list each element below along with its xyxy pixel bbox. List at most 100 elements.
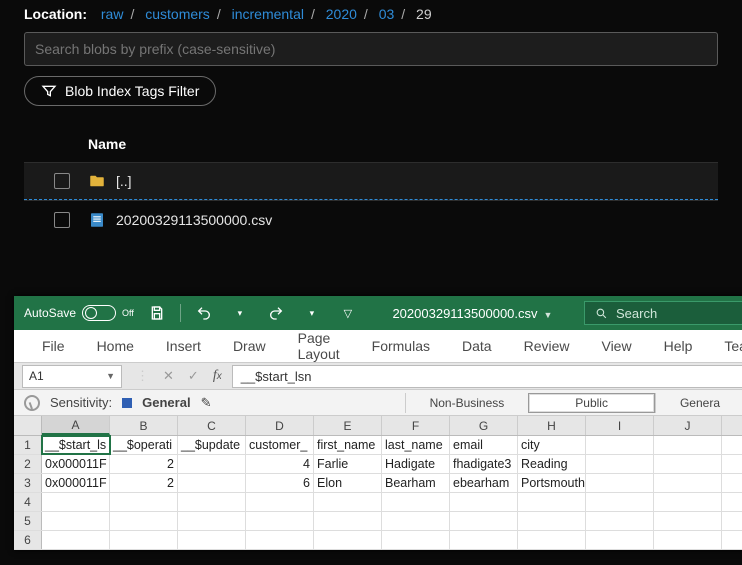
cell[interactable] (586, 531, 654, 549)
tab-file[interactable]: File (26, 338, 81, 354)
row-header[interactable]: 4 (14, 493, 42, 511)
cell[interactable]: first_name (314, 436, 382, 454)
col-header[interactable]: C (178, 416, 246, 435)
edit-sensitivity-icon[interactable]: ✎ (201, 395, 212, 411)
row-header[interactable]: 1 (14, 436, 42, 454)
col-header[interactable]: D (246, 416, 314, 435)
cell[interactable] (178, 474, 246, 492)
list-item[interactable]: 20200329113500000.csv (24, 200, 718, 238)
cell[interactable]: 4 (246, 455, 314, 473)
tab-home[interactable]: Home (81, 338, 150, 354)
autosave-switch[interactable] (82, 305, 116, 321)
col-header[interactable]: B (110, 416, 178, 435)
save-icon[interactable] (144, 300, 170, 326)
cell[interactable] (654, 436, 722, 454)
cell[interactable]: email (450, 436, 518, 454)
accept-formula-icon[interactable]: ✓ (188, 368, 199, 384)
search-input[interactable] (24, 32, 718, 66)
cell[interactable] (42, 493, 110, 511)
col-header[interactable]: E (314, 416, 382, 435)
col-header[interactable]: H (518, 416, 586, 435)
cell[interactable] (450, 531, 518, 549)
cell[interactable] (586, 436, 654, 454)
tab-data[interactable]: Data (446, 338, 508, 354)
cell[interactable] (178, 493, 246, 511)
cell[interactable] (314, 531, 382, 549)
excel-search[interactable]: Search (584, 301, 742, 325)
cell[interactable]: 0x000011F (42, 455, 110, 473)
cell[interactable] (110, 512, 178, 530)
blob-index-tags-filter-button[interactable]: Blob Index Tags Filter (24, 76, 216, 106)
crumb-2020[interactable]: 2020 (326, 6, 357, 22)
cell[interactable]: 2 (110, 455, 178, 473)
crumb-03[interactable]: 03 (379, 6, 395, 22)
list-item[interactable]: [..] (24, 162, 718, 200)
cell[interactable] (42, 531, 110, 549)
cell[interactable]: Bearham (382, 474, 450, 492)
cancel-formula-icon[interactable]: ✕ (163, 368, 174, 384)
cell[interactable] (586, 493, 654, 511)
sensitivity-option-public[interactable]: Public (528, 393, 655, 413)
undo-dropdown-icon[interactable]: ▾ (227, 300, 253, 326)
cell[interactable]: Portsmouth (518, 474, 586, 492)
row-header[interactable]: 5 (14, 512, 42, 530)
cell[interactable] (110, 493, 178, 511)
cell[interactable] (382, 531, 450, 549)
cell[interactable]: __$update (178, 436, 246, 454)
cell[interactable]: Reading (518, 455, 586, 473)
cell[interactable] (586, 455, 654, 473)
tab-draw[interactable]: Draw (217, 338, 282, 354)
cell[interactable] (654, 493, 722, 511)
fx-icon[interactable]: fx (213, 368, 222, 384)
crumb-incremental[interactable]: incremental (232, 6, 304, 22)
cell[interactable]: Hadigate (382, 455, 450, 473)
chevron-down-icon[interactable]: ▼ (106, 371, 115, 381)
cell[interactable] (314, 493, 382, 511)
cell[interactable] (246, 531, 314, 549)
tab-help[interactable]: Help (648, 338, 709, 354)
cell[interactable] (246, 512, 314, 530)
tab-insert[interactable]: Insert (150, 338, 217, 354)
cell[interactable] (450, 512, 518, 530)
tab-team[interactable]: Team (708, 338, 742, 354)
row-header[interactable]: 6 (14, 531, 42, 549)
select-all-corner[interactable] (14, 416, 42, 435)
cell[interactable] (382, 512, 450, 530)
cell[interactable] (586, 474, 654, 492)
row-header[interactable]: 2 (14, 455, 42, 473)
cell[interactable]: 2 (110, 474, 178, 492)
cell[interactable] (110, 531, 178, 549)
cell[interactable] (518, 512, 586, 530)
cell[interactable] (314, 512, 382, 530)
cell[interactable]: __$start_ls (42, 436, 110, 454)
cell[interactable] (518, 531, 586, 549)
redo-dropdown-icon[interactable]: ▾ (299, 300, 325, 326)
row-checkbox[interactable] (54, 212, 70, 228)
cell[interactable]: __$operati (110, 436, 178, 454)
cell[interactable]: Farlie (314, 455, 382, 473)
cell[interactable] (518, 493, 586, 511)
cell[interactable]: 6 (246, 474, 314, 492)
cell[interactable]: Elon (314, 474, 382, 492)
cell[interactable] (178, 512, 246, 530)
cell[interactable] (586, 512, 654, 530)
cell[interactable]: last_name (382, 436, 450, 454)
autosave-toggle[interactable]: AutoSave Off (24, 305, 134, 321)
crumb-raw[interactable]: raw (101, 6, 124, 22)
cell[interactable] (654, 531, 722, 549)
col-header[interactable]: I (586, 416, 654, 435)
formula-bar[interactable]: __$start_lsn (232, 365, 742, 388)
cell[interactable] (654, 474, 722, 492)
cell[interactable] (654, 512, 722, 530)
cell[interactable]: customer_ (246, 436, 314, 454)
cell[interactable] (246, 493, 314, 511)
tab-view[interactable]: View (585, 338, 647, 354)
crumb-customers[interactable]: customers (145, 6, 210, 22)
tab-page-layout[interactable]: Page Layout (282, 330, 356, 362)
col-header[interactable]: F (382, 416, 450, 435)
cell[interactable]: ebearham (450, 474, 518, 492)
cell[interactable]: city (518, 436, 586, 454)
cell[interactable] (654, 455, 722, 473)
cell[interactable] (450, 493, 518, 511)
cell[interactable]: fhadigate3 (450, 455, 518, 473)
